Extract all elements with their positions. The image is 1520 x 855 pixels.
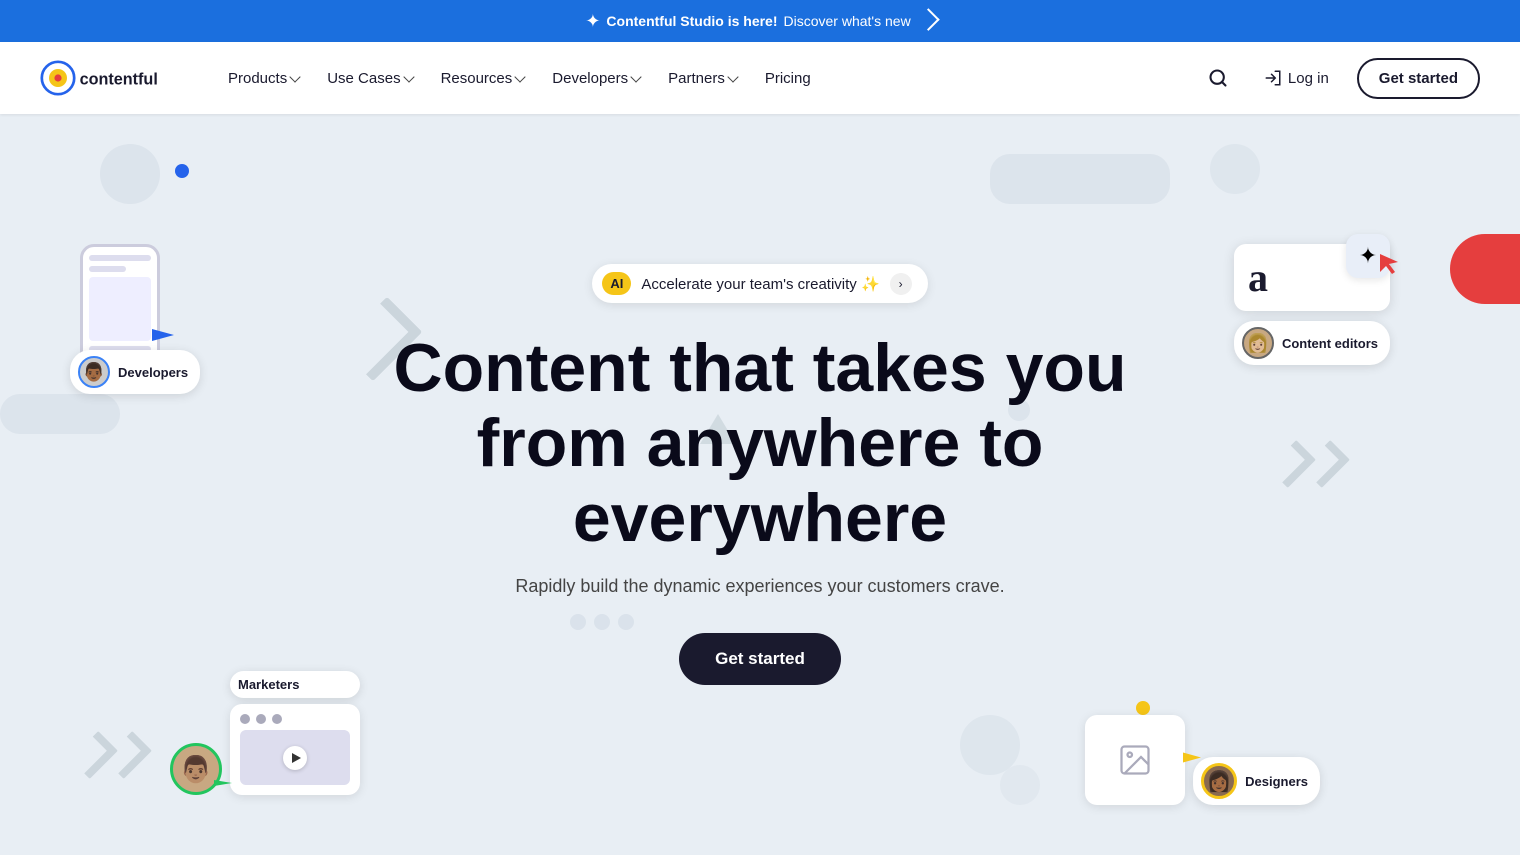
partners-chevron: [727, 71, 738, 82]
ai-badge: AI: [602, 272, 631, 295]
hero-cta-button[interactable]: Get started: [679, 633, 841, 685]
deco-small-circle-2: [570, 614, 586, 630]
nav-logo[interactable]: contentful: [40, 60, 184, 96]
login-button[interactable]: Log in: [1248, 61, 1345, 95]
play-button: [283, 746, 307, 770]
nav-links: Products Use Cases Resources Developers …: [216, 62, 1200, 95]
marketer-arrow: [214, 772, 236, 799]
deco-circle-tl: [100, 144, 160, 204]
phone-mockup: [80, 244, 160, 374]
phone-arrow: [152, 321, 180, 354]
deco-small-circle-4: [618, 614, 634, 630]
video-thumbnail: [240, 730, 350, 785]
image-card: [1085, 715, 1185, 805]
video-card: [230, 704, 360, 795]
deco-pill-left: [0, 394, 120, 434]
announcement-bold: Contentful Studio is here!: [606, 13, 777, 29]
deco-circle-tr2: [1210, 144, 1260, 194]
editor-avatar: 👩🏼: [1242, 327, 1274, 359]
deco-circle-br2: [1000, 765, 1040, 805]
play-triangle-icon: [292, 753, 301, 763]
hero-section: 👨🏾 Developers ✦ a: [0, 114, 1520, 855]
marketers-float: 👨🏽 Marketers: [170, 671, 360, 795]
designers-float: 👩🏾 Designers: [1085, 715, 1320, 805]
designer-badge-container: 👩🏾 Designers: [1193, 757, 1320, 805]
deco-blue-dot: [175, 164, 189, 178]
image-card-container: [1085, 715, 1185, 805]
ai-pill-text: Accelerate your team's creativity ✨: [641, 275, 879, 293]
get-started-nav-button[interactable]: Get started: [1357, 58, 1480, 99]
nav-item-pricing[interactable]: Pricing: [753, 62, 823, 95]
hero-title: Content that takes you from anywhere to …: [394, 331, 1127, 555]
video-card-container: Marketers: [230, 671, 360, 795]
ai-sparkle-card: ✦: [1346, 234, 1390, 278]
resources-chevron: [515, 71, 526, 82]
nav-item-use-cases[interactable]: Use Cases: [315, 62, 424, 95]
deco-red-semicircle: [1450, 234, 1520, 304]
nav-item-partners[interactable]: Partners: [656, 62, 749, 95]
ai-pill-arrow: ›: [890, 273, 912, 295]
announcement-bar: ✦ Contentful Studio is here! Discover wh…: [0, 0, 1520, 42]
designer-avatar: 👩🏾: [1201, 763, 1237, 799]
designer-arrow: [1183, 747, 1205, 774]
hero-subtitle: Rapidly build the dynamic experiences yo…: [515, 576, 1004, 597]
use-cases-chevron: [403, 71, 414, 82]
announcement-chevron: [917, 8, 940, 31]
letter-a: a: [1248, 254, 1268, 301]
marketer-avatar-container: 👨🏽: [170, 743, 222, 795]
products-chevron: [290, 71, 301, 82]
red-cursor: [1378, 252, 1402, 281]
deco-chevrons-bottom-left: [80, 735, 142, 775]
nav-item-products[interactable]: Products: [216, 62, 311, 95]
studio-icon: ✦: [585, 11, 600, 32]
marketer-avatar: 👨🏽: [170, 743, 222, 795]
deco-circle-br: [960, 715, 1020, 775]
nav-item-developers[interactable]: Developers: [540, 62, 652, 95]
nav-actions: Log in Get started: [1200, 58, 1480, 99]
ai-pill[interactable]: AI Accelerate your team's creativity ✨ ›: [592, 264, 927, 303]
svg-text:contentful: contentful: [80, 70, 158, 88]
image-icon: [1117, 742, 1153, 778]
announcement-link[interactable]: Discover what's new: [784, 13, 935, 29]
deco-chevrons-right: [1278, 444, 1340, 484]
navbar: contentful Products Use Cases Resources …: [0, 42, 1520, 114]
deco-pill-tr: [990, 154, 1170, 204]
nav-item-resources[interactable]: Resources: [429, 62, 537, 95]
text-editor-card: a: [1234, 244, 1390, 311]
marketers-badge: Marketers: [230, 671, 360, 698]
developers-chevron: [630, 71, 641, 82]
search-button[interactable]: [1200, 60, 1236, 96]
developer-avatar: 👨🏾: [78, 356, 110, 388]
content-editors-badge: 👩🏼 Content editors: [1234, 321, 1390, 365]
designers-badge: 👩🏾 Designers: [1193, 757, 1320, 805]
content-editors-float: ✦ a 👩🏼 Content editors: [1234, 224, 1390, 365]
deco-small-circle-3: [594, 614, 610, 630]
developers-badge: 👨🏾 Developers: [70, 350, 200, 394]
deco-yellow-dot: [1136, 701, 1150, 715]
video-card-dots: [240, 714, 350, 724]
developers-float: 👨🏾 Developers: [80, 244, 160, 374]
